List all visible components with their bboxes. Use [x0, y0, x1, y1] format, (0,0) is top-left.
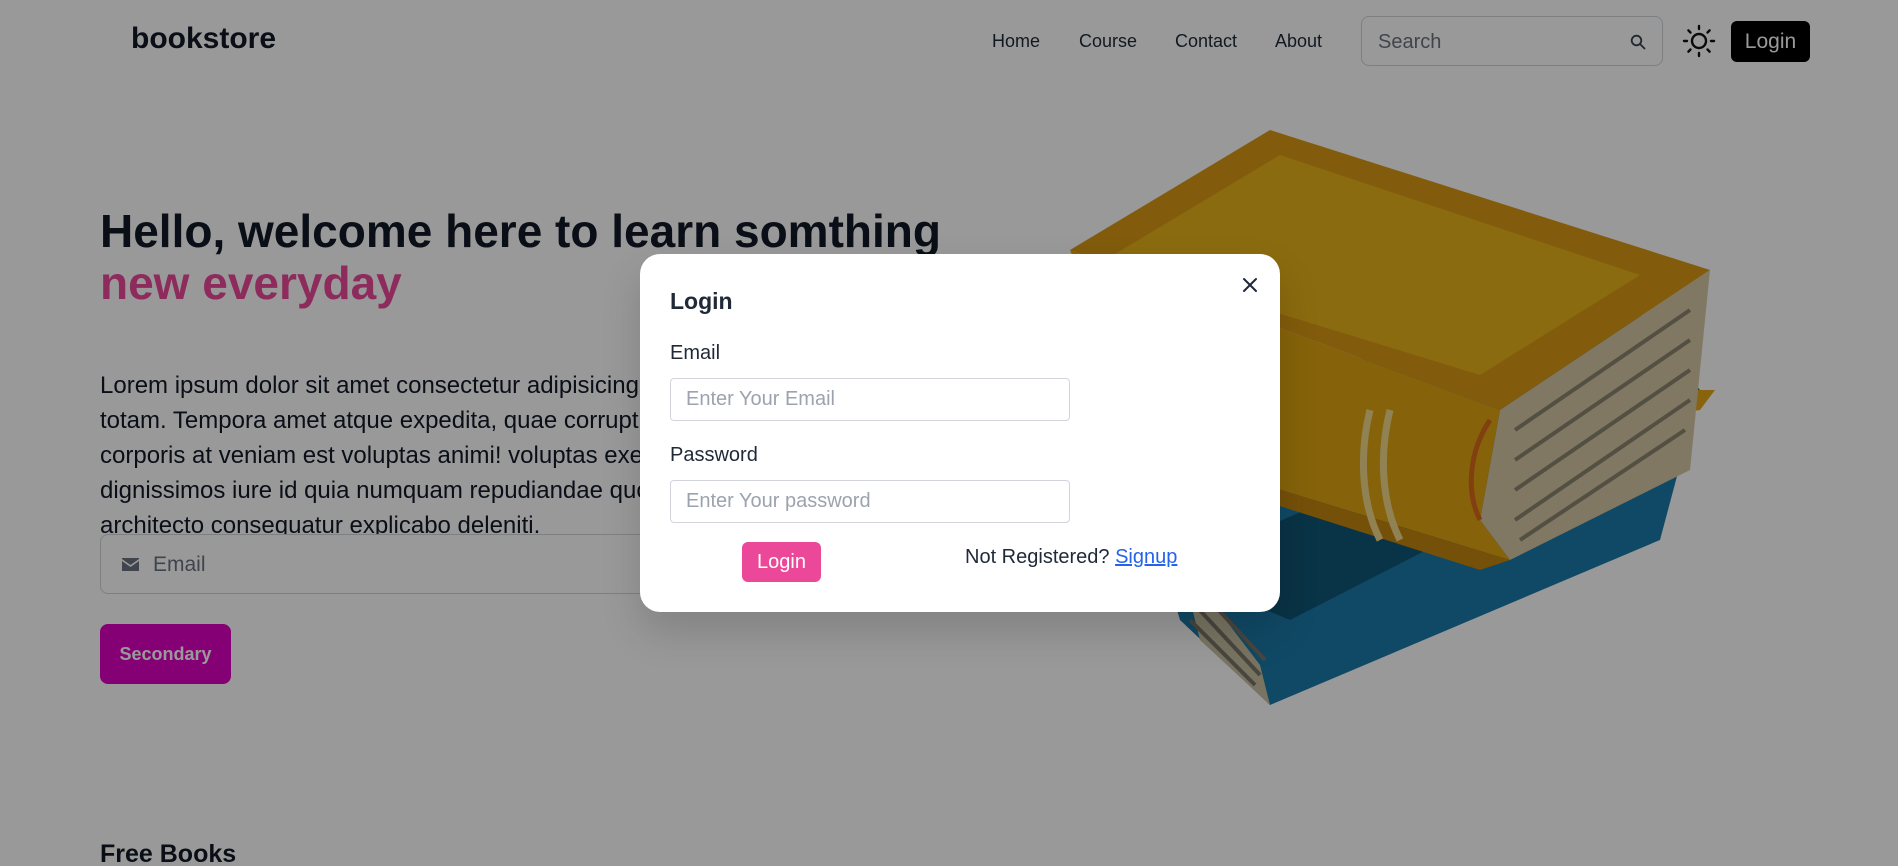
signup-link[interactable]: Signup — [1115, 546, 1177, 568]
password-field[interactable] — [670, 480, 1070, 523]
modal-title: Login — [670, 288, 733, 314]
register-prompt: Not Registered? Signup — [965, 546, 1177, 569]
close-icon — [1243, 278, 1257, 292]
page: bookstore Home Course Contact About Sear… — [0, 0, 1898, 866]
register-text: Not Registered? — [965, 546, 1110, 568]
password-label: Password — [670, 444, 758, 466]
login-modal: Login Email Password Login Not Registere… — [640, 254, 1280, 612]
modal-login-button[interactable]: Login — [742, 542, 821, 582]
email-field[interactable] — [670, 378, 1070, 421]
email-label: Email — [670, 342, 721, 364]
close-button[interactable] — [1237, 272, 1263, 298]
